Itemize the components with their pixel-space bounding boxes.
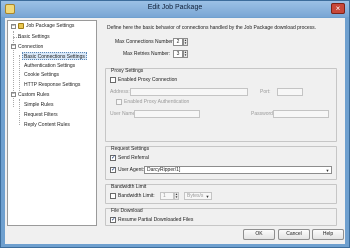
bandwidth-unit-value: Bytes/s <box>187 193 204 199</box>
proxy-username-label: User Name: <box>110 111 137 117</box>
bandwidth-limit-label: Bandwidth Limit: <box>118 193 155 199</box>
user-agent-label: User Agent: <box>118 167 145 173</box>
bandwidth-unit-select[interactable]: Bytes/s ▼ <box>184 192 212 200</box>
settings-tree[interactable]: − Job Package Settings Basic Settings − … <box>7 20 97 226</box>
user-agent-value: DarcyRipper/1] <box>147 167 181 173</box>
collapse-icon[interactable]: − <box>11 44 16 49</box>
proxy-password-label: Password: <box>251 111 275 117</box>
proxy-settings-group: Proxy Settings Enabled Proxy Connection … <box>105 68 337 142</box>
max-retries-stepper[interactable]: ▲ ▼ <box>183 50 188 58</box>
spin-down-icon[interactable]: ▼ <box>184 53 187 57</box>
tree-item-request-filters[interactable]: Request Filters <box>24 111 58 119</box>
collapse-icon[interactable]: − <box>11 24 16 29</box>
bandwidth-limit-stepper[interactable]: ▲ ▼ <box>174 192 179 200</box>
cancel-button[interactable]: Cancel <box>278 229 310 240</box>
proxy-username-field[interactable] <box>134 110 200 118</box>
send-referral-label: Send Referral <box>118 155 149 161</box>
close-button[interactable]: × <box>331 3 345 14</box>
tree-item-cookie-settings[interactable]: Cookie Settings <box>24 71 59 79</box>
tree-item-connection[interactable]: Connection <box>18 43 43 51</box>
tree-item-job-package-settings[interactable]: Job Package Settings <box>26 22 74 30</box>
bandwidth-limit-title: Bandwidth Limit <box>111 184 147 190</box>
max-connections-input[interactable]: 2 <box>173 38 183 46</box>
tree-item-reply-content-rules[interactable]: Reply Content Rules <box>24 121 70 129</box>
bandwidth-limit-group: Bandwidth Limit Bandwidth Limit: 1 ▲ ▼ By… <box>105 184 337 204</box>
proxy-settings-title: Proxy Settings <box>111 68 144 74</box>
proxy-password-field[interactable] <box>273 110 329 118</box>
window-title: Edit Job Package <box>147 4 203 11</box>
chevron-down-icon[interactable]: ▼ <box>205 194 210 199</box>
resume-downloads-checkbox[interactable]: ✓ <box>110 217 116 223</box>
bandwidth-limit-checkbox[interactable] <box>110 193 116 199</box>
proxy-address-label: Address: <box>110 89 130 95</box>
tree-item-http-response-settings[interactable]: HTTP Response Settings <box>24 81 80 89</box>
enable-proxy-checkbox[interactable] <box>110 77 116 83</box>
max-connections-stepper[interactable]: ▲ ▼ <box>183 38 188 46</box>
ok-button[interactable]: OK <box>243 229 275 240</box>
request-settings-group: Request Settings ✓ Send Referral ✓ User … <box>105 146 337 180</box>
tree-item-simple-rules[interactable]: Simple Rules <box>24 101 53 109</box>
tree-item-custom-rules[interactable]: Custom Rules <box>18 91 49 99</box>
proxy-port-label: Port: <box>260 89 271 95</box>
max-retries-label: Max Retries Number: <box>123 51 171 57</box>
tree-connector-line <box>19 99 20 125</box>
tree-item-basic-settings[interactable]: Basic Settings <box>18 33 50 41</box>
enable-proxy-label: Enabled Proxy Connection <box>118 77 178 83</box>
bandwidth-limit-input[interactable]: 1 <box>160 192 174 200</box>
user-agent-select[interactable]: DarcyRipper/1] ▼ <box>144 166 332 174</box>
proxy-port-field[interactable] <box>277 88 303 96</box>
collapse-icon[interactable]: − <box>11 92 16 97</box>
send-referral-checkbox[interactable]: ✓ <box>110 155 116 161</box>
spin-down-icon[interactable]: ▼ <box>175 195 178 199</box>
help-button[interactable]: Help <box>312 229 344 240</box>
enable-proxy-auth-checkbox[interactable] <box>116 99 122 105</box>
max-retries-input[interactable]: 3 <box>173 50 183 58</box>
tree-item-basic-connections-settings[interactable]: Basic Connections Settings <box>22 52 87 60</box>
title-bar[interactable]: Edit Job Package × <box>1 1 349 17</box>
max-connections-label: Max Connections Number: <box>115 39 175 45</box>
tree-item-authentication-settings[interactable]: Authentication Settings <box>24 62 75 70</box>
user-agent-checkbox[interactable]: ✓ <box>110 167 116 173</box>
panel-description: Define here the basic behavior of connec… <box>107 25 317 31</box>
settings-panel: Define here the basic behavior of connec… <box>101 20 342 226</box>
file-download-title: File Download <box>111 208 143 214</box>
tree-connector-line <box>19 55 20 91</box>
edit-job-package-window: Edit Job Package × − Job Package Setting… <box>0 0 350 248</box>
enable-proxy-auth-label: Enabled Proxy Authentication <box>124 99 190 105</box>
spin-down-icon[interactable]: ▼ <box>184 41 187 45</box>
request-settings-title: Request Settings <box>111 146 150 152</box>
file-download-group: File Download ✓ Resume Partial Downloade… <box>105 208 337 226</box>
resume-downloads-label: Resume Partial Downloaded Files <box>118 217 194 223</box>
chevron-down-icon[interactable]: ▼ <box>325 168 330 173</box>
folder-icon <box>18 23 24 29</box>
dialog-body: − Job Package Settings Basic Settings − … <box>5 18 345 244</box>
proxy-address-field[interactable] <box>130 88 248 96</box>
